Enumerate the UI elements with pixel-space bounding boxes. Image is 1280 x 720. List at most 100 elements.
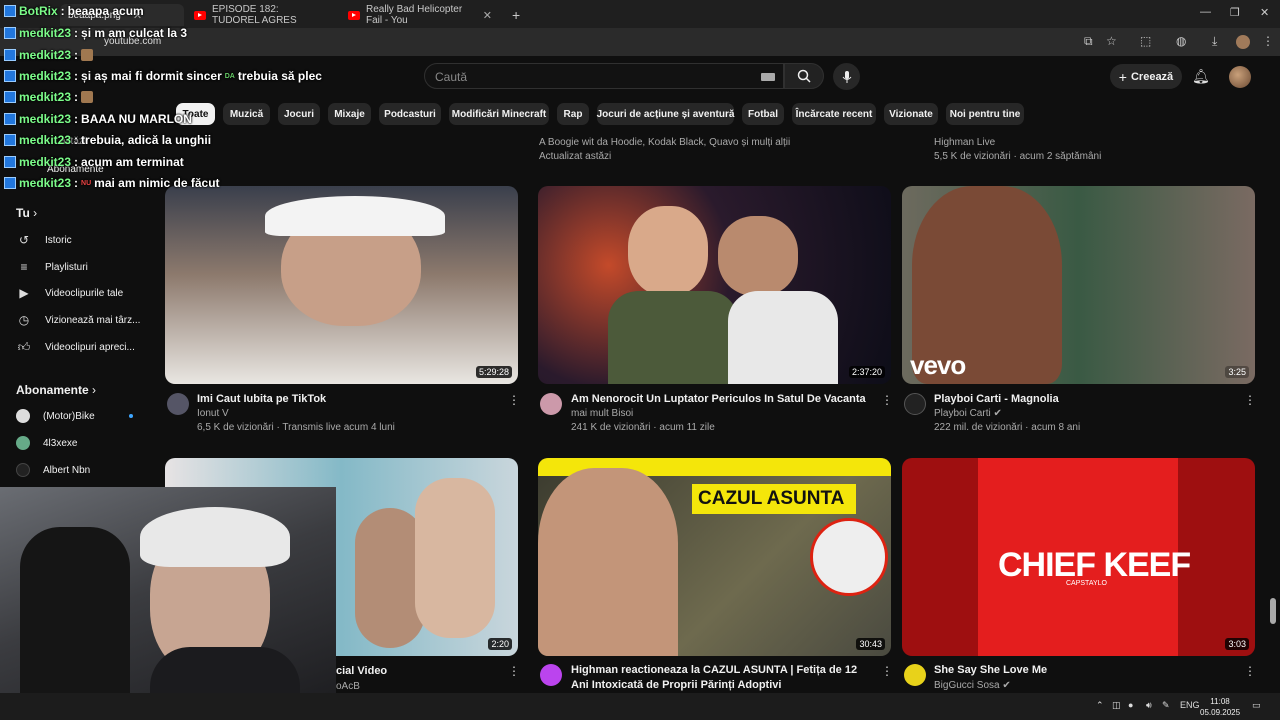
chip-muzica[interactable]: Muzică: [223, 103, 270, 125]
tray-mic-icon[interactable]: ●: [1128, 700, 1133, 710]
extensions-icon[interactable]: ⬚: [1140, 34, 1151, 48]
sidebar-item-label: Videoclipuri apreci...: [45, 342, 135, 353]
video-channel[interactable]: Ionut V: [197, 407, 229, 421]
more-options-icon[interactable]: ⋮: [881, 393, 893, 407]
sidebar-sub-motorbike[interactable]: (Motor)Bike: [16, 409, 95, 423]
new-tab-button[interactable]: +: [504, 4, 528, 26]
chip-rap[interactable]: Rap: [557, 103, 589, 125]
more-options-icon[interactable]: ⋮: [1244, 664, 1256, 678]
chip-incarcate[interactable]: Încărcate recent: [792, 103, 876, 125]
sidebar-sub-albert[interactable]: Albert Nbn: [16, 463, 90, 477]
page-scrollbar[interactable]: [1270, 598, 1276, 624]
tu-label: Tu: [16, 206, 30, 220]
profile-switch-icon[interactable]: ◍: [1176, 34, 1186, 48]
chat-username: medkit23: [19, 26, 72, 40]
search-box[interactable]: Caută: [424, 63, 784, 89]
tray-pen-icon[interactable]: ✎: [1162, 700, 1170, 711]
video-channel[interactable]: oAcB: [336, 680, 360, 694]
restore-icon[interactable]: ❐: [1230, 6, 1240, 19]
video-title[interactable]: cial Video: [336, 664, 387, 679]
minimize-icon[interactable]: —: [1200, 6, 1211, 18]
video-title[interactable]: Imi Caut Iubita pe TikTok: [197, 392, 487, 407]
tray-sound-icon[interactable]: 🔊︎: [1146, 700, 1152, 711]
video-thumbnail[interactable]: CHIEF KEEF CAPSTAYLO 3:03: [902, 458, 1255, 656]
thumbs-up-icon: 👍︎: [17, 340, 31, 354]
install-app-icon[interactable]: ⧉: [1084, 34, 1093, 49]
chip-noi[interactable]: Noi pentru tine: [946, 103, 1024, 125]
channel-avatar[interactable]: [167, 393, 189, 415]
chip-jocuri[interactable]: Jocuri: [278, 103, 320, 125]
channel-avatar: [16, 409, 30, 423]
tab-helicopter[interactable]: Really Bad Helicopter Fail - You ✕: [340, 4, 500, 26]
sidebar-item-videoclipuri[interactable]: ▶ Videoclipurile tale: [16, 286, 123, 300]
video-title[interactable]: Am Nenorocit Un Luptator Periculos In Sa…: [571, 392, 871, 407]
channel-avatar[interactable]: [540, 664, 562, 686]
chip-vizionate[interactable]: Vizionate: [884, 103, 938, 125]
video-title[interactable]: Highman reactioneaza la CAZUL ASUNTA | F…: [571, 663, 871, 693]
chat-message: medkit23: acum am terminat: [4, 155, 184, 169]
chip-podcasturi[interactable]: Podcasturi: [379, 103, 441, 125]
more-options-icon[interactable]: ⋮: [881, 664, 893, 678]
close-window-icon[interactable]: ✕: [1260, 6, 1269, 19]
input-language[interactable]: ENG: [1180, 700, 1200, 710]
chat-message: medkit23: și m am culcat la 3: [4, 26, 187, 40]
bookmark-star-icon[interactable]: ☆: [1106, 34, 1117, 48]
sidebar-subs-header[interactable]: Abonamente ›: [16, 383, 96, 397]
more-options-icon[interactable]: ⋮: [508, 664, 520, 678]
notifications-bell-icon[interactable]: 🔔︎: [1192, 68, 1210, 85]
user-badge-icon: [4, 177, 16, 189]
keyboard-icon[interactable]: [761, 73, 775, 81]
clock-date: 05.09.2025: [1200, 708, 1241, 717]
channel-avatar[interactable]: [540, 393, 562, 415]
chip-minecraft[interactable]: Modificări Minecraft: [449, 103, 549, 125]
chip-mixaje[interactable]: Mixaje: [328, 103, 371, 125]
voice-search-button[interactable]: [833, 63, 860, 90]
plus-icon: +: [1118, 68, 1127, 85]
account-avatar[interactable]: [1229, 66, 1251, 88]
sidebar-item-label: 4l3xexe: [43, 437, 78, 449]
sidebar-item-watch-later[interactable]: ◷ Vizionează mai târz...: [16, 313, 141, 327]
thumbnail-person: [415, 478, 495, 638]
video-meta: 241 K de vizionări · acum 11 zile: [571, 422, 715, 433]
video-meta: Highman Live: [934, 137, 996, 148]
video-channel[interactable]: mai mult Bisoi: [571, 407, 633, 421]
sidebar-tu-header[interactable]: Tu ›: [16, 206, 37, 220]
download-icon[interactable]: ⤓: [1212, 34, 1217, 49]
create-button[interactable]: + Creează: [1110, 64, 1182, 89]
more-options-icon[interactable]: ⋮: [1244, 393, 1256, 407]
chevron-right-icon: ›: [92, 383, 97, 397]
more-options-icon[interactable]: ⋮: [508, 393, 520, 407]
tray-app-icon[interactable]: ◫: [1112, 700, 1121, 711]
chat-text: mai am nimic de făcut: [94, 176, 220, 190]
sidebar-item-istoric[interactable]: ↺ Istoric: [16, 233, 72, 247]
search-input[interactable]: Caută: [435, 70, 467, 84]
video-thumbnail[interactable]: vevo 3:25: [902, 186, 1255, 384]
channel-avatar[interactable]: [904, 664, 926, 686]
video-thumbnail[interactable]: CAZUL ASUNTA 30:43: [538, 458, 891, 656]
tab-episode[interactable]: EPISODE 182: TUDOREL AGRES: [186, 4, 336, 26]
chip-fotbal[interactable]: Fotbal: [742, 103, 784, 125]
video-thumbnail[interactable]: 5:29:28: [165, 186, 518, 384]
tray-chevron-icon[interactable]: ⌃: [1096, 700, 1104, 711]
browser-avatar[interactable]: [1236, 35, 1250, 49]
video-thumbnail[interactable]: 2:37:20: [538, 186, 891, 384]
taskbar-clock[interactable]: 11:08 05.09.2025: [1200, 696, 1240, 718]
sidebar-item-liked[interactable]: 👍︎ Videoclipuri apreci...: [16, 340, 135, 355]
chip-actiune[interactable]: Jocuri de acțiune și aventură: [597, 103, 734, 125]
video-title[interactable]: Playboi Carti - Magnolia: [934, 392, 1234, 407]
video-title[interactable]: She Say She Love Me: [934, 663, 1234, 678]
chat-username: medkit23: [19, 90, 72, 104]
video-channel[interactable]: Playboi Carti ✔: [934, 407, 1002, 421]
subs-label: Abonamente: [16, 383, 89, 397]
sidebar-item-playlisturi[interactable]: ≡ Playlisturi: [16, 260, 87, 274]
browser-menu-icon[interactable]: ⋮: [1262, 34, 1274, 48]
video-duration: 30:43: [856, 638, 885, 650]
verified-icon: ✔: [1002, 680, 1011, 691]
channel-avatar[interactable]: [904, 393, 926, 415]
video-meta: 222 mil. de vizionări · acum 8 ani: [934, 422, 1081, 433]
sidebar-sub-4l3xexe[interactable]: 4l3xexe: [16, 436, 77, 450]
notification-center-icon[interactable]: ▭: [1252, 700, 1261, 711]
video-channel[interactable]: BigGucci Sosa ✔: [934, 679, 1011, 693]
close-icon[interactable]: ✕: [483, 9, 492, 22]
search-button[interactable]: [784, 63, 824, 89]
